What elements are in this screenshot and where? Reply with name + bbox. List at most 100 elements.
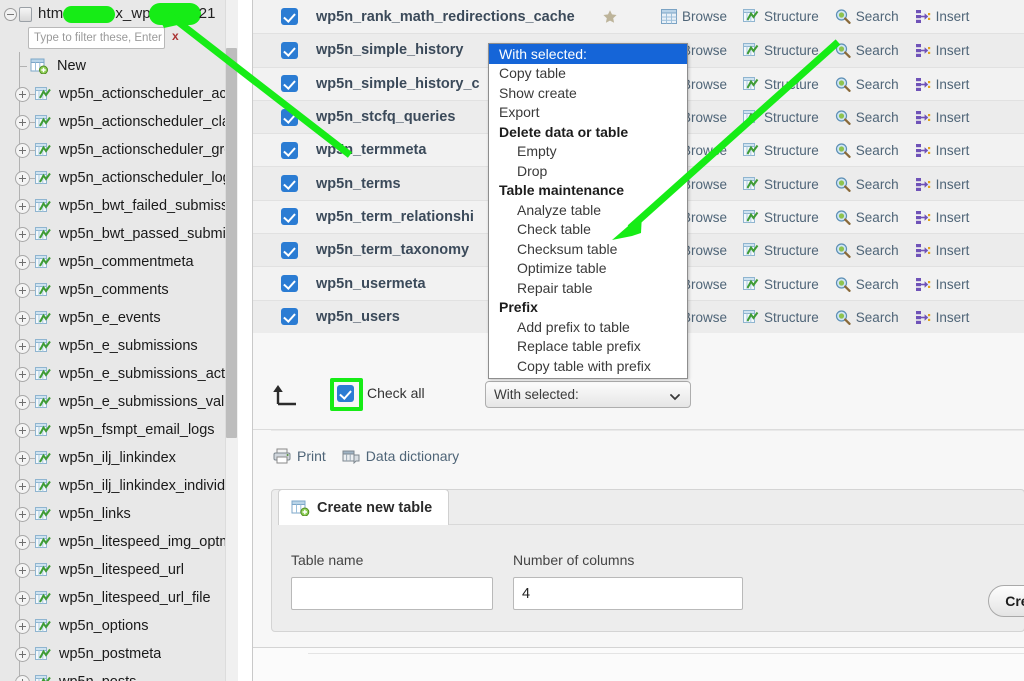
table-row-checkbox[interactable]: [281, 108, 298, 126]
expand-table-icon[interactable]: [15, 366, 30, 382]
row-action-structure[interactable]: Structure: [743, 309, 819, 325]
table-filter-input[interactable]: Type to filter these, Enter: [28, 27, 165, 49]
data-dictionary-link[interactable]: Data dictionary: [342, 448, 459, 465]
sidebar-item-table[interactable]: wp5n_ilj_linkindex: [0, 444, 238, 472]
sidebar-scrollbar-thumb[interactable]: [226, 48, 237, 438]
dropdown-menu-item[interactable]: Export: [489, 103, 687, 123]
expand-table-icon[interactable]: [15, 338, 30, 354]
table-row-checkbox[interactable]: [281, 141, 298, 159]
table-row-checkbox[interactable]: [281, 41, 298, 59]
expand-table-icon[interactable]: [15, 86, 30, 102]
number-of-columns-input[interactable]: 4: [513, 577, 743, 610]
row-action-search[interactable]: Search: [835, 110, 899, 125]
row-action-insert[interactable]: Insert: [915, 77, 969, 92]
row-action-search[interactable]: Search: [835, 43, 899, 58]
table-row-checkbox[interactable]: [281, 241, 298, 259]
sidebar-item-table[interactable]: wp5n_e_submissions_acti: [0, 360, 238, 388]
sidebar-item-table[interactable]: wp5n_litespeed_img_optm: [0, 528, 238, 556]
sidebar-item-table[interactable]: wp5n_litespeed_url: [0, 556, 238, 584]
expand-table-icon[interactable]: [15, 506, 30, 522]
sidebar-item-table[interactable]: wp5n_options: [0, 612, 238, 640]
row-action-structure[interactable]: Structure: [743, 9, 819, 24]
sidebar-item-table[interactable]: wp5n_bwt_passed_submis: [0, 220, 238, 248]
row-action-structure[interactable]: Structure: [743, 143, 819, 158]
dropdown-menu-item[interactable]: Copy table with prefix: [489, 356, 687, 376]
expand-table-icon[interactable]: [15, 674, 30, 681]
sidebar-item-table[interactable]: wp5n_commentmeta: [0, 248, 238, 276]
dropdown-menu-item[interactable]: Optimize table: [489, 259, 687, 279]
expand-table-icon[interactable]: [15, 562, 30, 578]
table-row-checkbox[interactable]: [281, 308, 298, 326]
table-row-checkbox[interactable]: [281, 75, 298, 93]
sidebar-item-table[interactable]: wp5n_actionscheduler_act: [0, 80, 238, 108]
expand-table-icon[interactable]: [15, 394, 30, 410]
dropdown-menu-item[interactable]: Checksum table: [489, 239, 687, 259]
dropdown-menu-item[interactable]: Show create: [489, 83, 687, 103]
row-action-search[interactable]: Search: [835, 177, 899, 192]
sidebar-item-table[interactable]: wp5n_links: [0, 500, 238, 528]
row-action-structure[interactable]: Structure: [743, 76, 819, 92]
row-action-structure[interactable]: Structure: [743, 209, 819, 225]
expand-table-icon[interactable]: [15, 618, 30, 634]
sidebar-item-table[interactable]: wp5n_posts: [0, 668, 238, 681]
sidebar-item-table[interactable]: wp5n_e_submissions_valu: [0, 388, 238, 416]
sidebar-item-table[interactable]: wp5n_e_events: [0, 304, 238, 332]
print-link[interactable]: Print: [273, 448, 326, 464]
with-selected-select[interactable]: With selected:: [485, 381, 691, 408]
table-row-checkbox[interactable]: [281, 8, 298, 26]
row-action-insert[interactable]: Insert: [915, 277, 969, 292]
row-action-insert[interactable]: Insert: [915, 210, 969, 225]
row-action-search[interactable]: Search: [835, 310, 899, 325]
row-action-search[interactable]: Search: [835, 277, 899, 292]
row-action-search[interactable]: Search: [835, 143, 899, 158]
sidebar-item-table[interactable]: wp5n_actionscheduler_cla: [0, 108, 238, 136]
row-action-search[interactable]: Search: [835, 77, 899, 92]
table-name-input[interactable]: [291, 577, 493, 610]
row-action-insert[interactable]: Insert: [915, 9, 969, 24]
expand-table-icon[interactable]: [15, 142, 30, 158]
collapse-tree-icon[interactable]: [4, 7, 17, 21]
create-button[interactable]: Create: [988, 585, 1024, 617]
table-row-checkbox[interactable]: [281, 208, 298, 226]
dropdown-menu-item[interactable]: Copy table: [489, 64, 687, 84]
dropdown-menu-item[interactable]: Check table: [489, 220, 687, 240]
table-row[interactable]: wp5n_rank_math_redirections_cache Browse S…: [253, 0, 1024, 34]
row-action-insert[interactable]: Insert: [915, 310, 969, 325]
database-header[interactable]: htm x_wp 21: [0, 2, 238, 26]
with-selected-dropdown-menu[interactable]: With selected: Copy table Show create Expor…: [488, 43, 688, 379]
row-action-search[interactable]: Search: [835, 210, 899, 225]
expand-table-icon[interactable]: [15, 450, 30, 466]
sidebar-item-table[interactable]: wp5n_comments: [0, 276, 238, 304]
row-action-structure[interactable]: Structure: [743, 110, 819, 125]
expand-table-icon[interactable]: [15, 310, 30, 326]
row-action-insert[interactable]: Insert: [915, 243, 969, 258]
dropdown-menu-item[interactable]: Repair table: [489, 278, 687, 298]
row-action-structure[interactable]: Structure: [743, 43, 819, 58]
row-action-structure[interactable]: Structure: [743, 243, 819, 258]
dropdown-menu-item[interactable]: Add prefix to table: [489, 317, 687, 337]
row-action-search[interactable]: Search: [835, 243, 899, 258]
expand-table-icon[interactable]: [15, 590, 30, 606]
sidebar-item-new[interactable]: New: [0, 52, 238, 80]
sidebar-item-table[interactable]: wp5n_postmeta: [0, 640, 238, 668]
row-action-insert[interactable]: Insert: [915, 110, 969, 125]
row-action-insert[interactable]: Insert: [915, 143, 969, 158]
favorite-star-icon[interactable]: [602, 9, 618, 25]
table-row-name[interactable]: wp5n_rank_math_redirections_cache: [316, 9, 596, 25]
dropdown-menu-item[interactable]: Drop: [489, 161, 687, 181]
sidebar-item-table[interactable]: wp5n_fsmpt_email_logs: [0, 416, 238, 444]
expand-table-icon[interactable]: [15, 646, 30, 662]
row-action-insert[interactable]: Insert: [915, 43, 969, 58]
expand-table-icon[interactable]: [15, 282, 30, 298]
create-new-table-tab[interactable]: Create new table: [278, 489, 450, 525]
sidebar-item-table[interactable]: wp5n_actionscheduler_log: [0, 164, 238, 192]
row-action-structure[interactable]: Structure: [743, 276, 819, 292]
sidebar-item-table[interactable]: wp5n_actionscheduler_gro: [0, 136, 238, 164]
sidebar-item-table[interactable]: wp5n_bwt_failed_submiss: [0, 192, 238, 220]
expand-table-icon[interactable]: [15, 114, 30, 130]
expand-table-icon[interactable]: [15, 226, 30, 242]
dropdown-menu-item[interactable]: Replace table prefix: [489, 337, 687, 357]
table-row-checkbox[interactable]: [281, 275, 298, 293]
expand-table-icon[interactable]: [15, 478, 30, 494]
row-action-search[interactable]: Search: [835, 9, 899, 24]
